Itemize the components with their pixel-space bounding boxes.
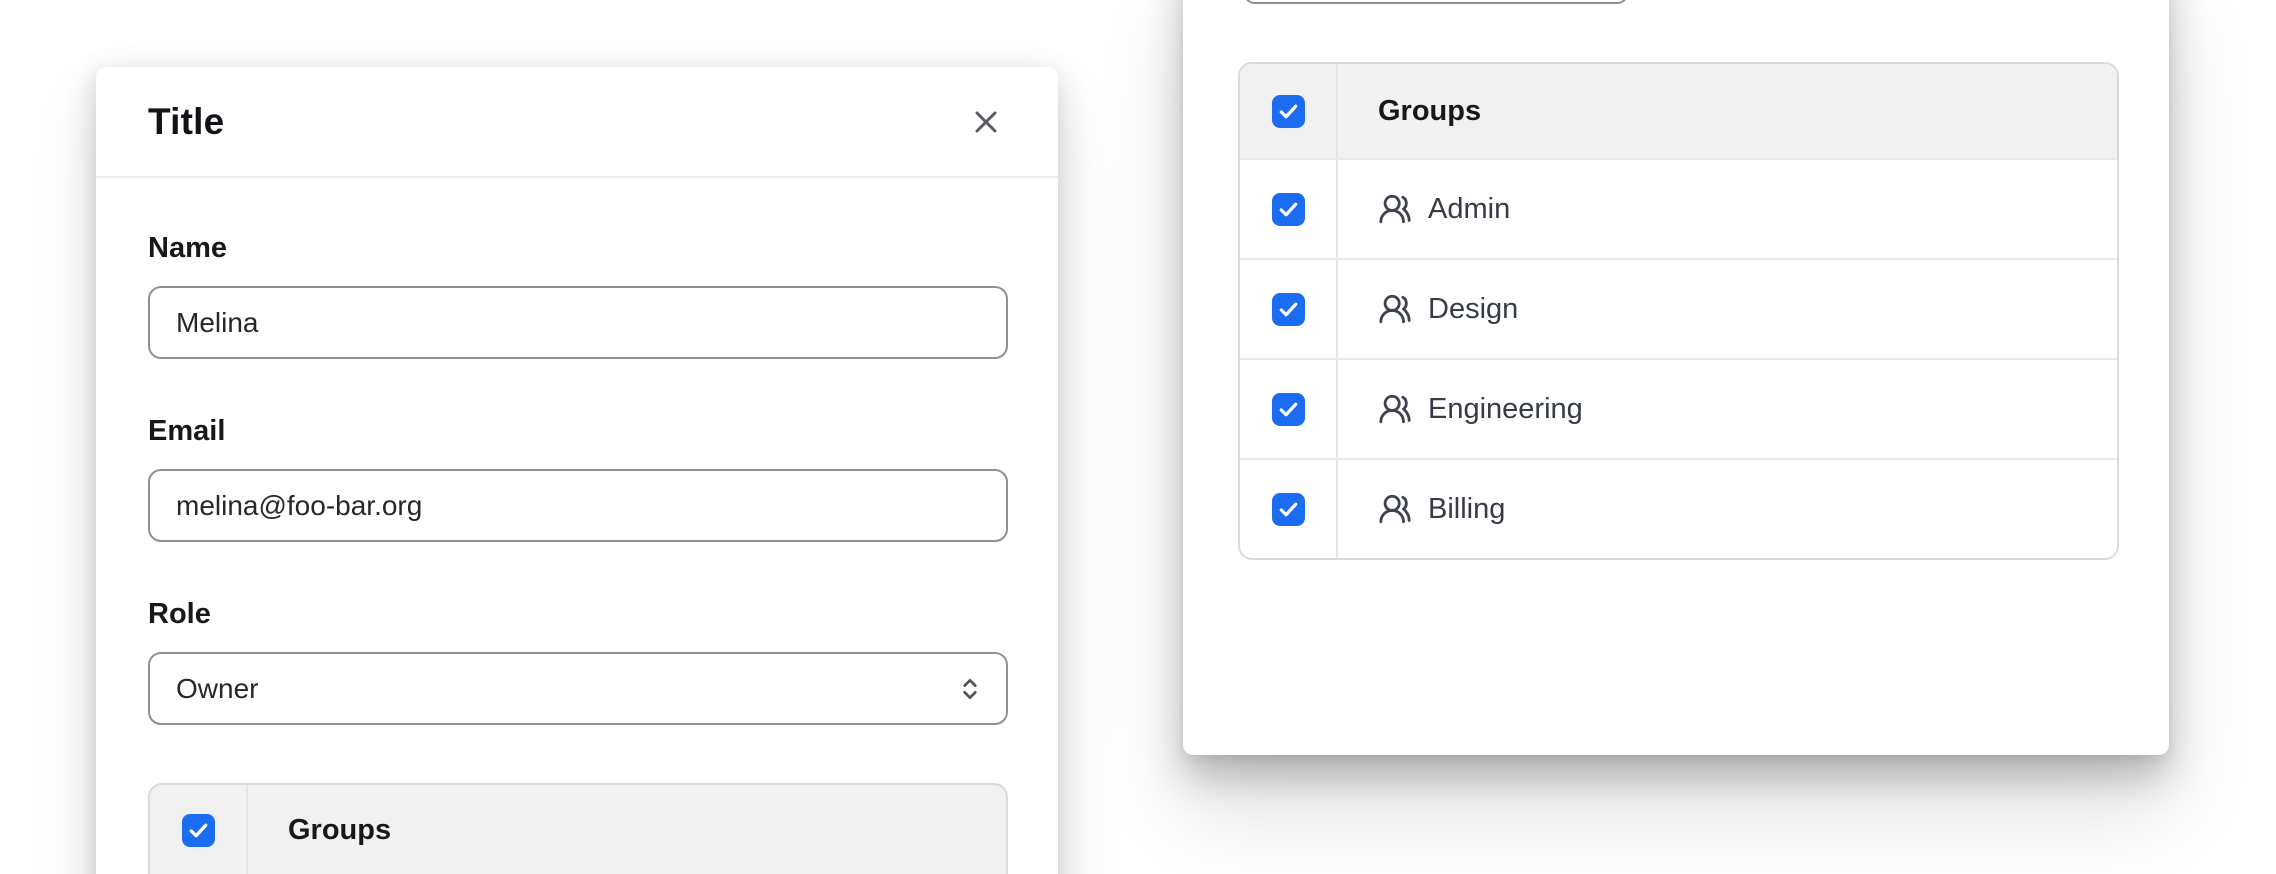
email-field-group: Email xyxy=(148,415,1008,542)
row-checkbox-cell xyxy=(1240,460,1338,558)
name-label: Name xyxy=(148,232,1008,265)
users-icon xyxy=(1378,392,1412,426)
table-row-design: Design xyxy=(1240,258,2117,358)
cropped-field-bottom-edge xyxy=(1243,0,1629,4)
email-input[interactable] xyxy=(148,469,1008,542)
x-icon xyxy=(968,104,1004,140)
row-checkbox[interactable] xyxy=(1272,393,1305,426)
modal-body: Name Email Role Owner xyxy=(96,178,1058,874)
group-name: Admin xyxy=(1428,193,1510,226)
row-checkbox[interactable] xyxy=(1272,493,1305,526)
groups-panel: Groups Admin xyxy=(1183,0,2169,755)
modal-groups-column-header: Groups xyxy=(248,785,1006,874)
users-icon xyxy=(1378,192,1412,226)
modal-groups-table: Groups xyxy=(148,783,1008,874)
role-field-group: Role Owner xyxy=(148,598,1008,725)
role-select[interactable]: Owner xyxy=(148,652,1008,725)
modal-groups-table-header-row: Groups xyxy=(150,785,1006,874)
table-row-admin: Admin xyxy=(1240,158,2117,258)
groups-header-checkbox-cell xyxy=(1240,64,1338,158)
select-chevrons-icon xyxy=(954,673,986,705)
check-icon xyxy=(1277,100,1300,123)
select-all-checkbox[interactable] xyxy=(1272,95,1305,128)
users-icon xyxy=(1378,492,1412,526)
row-checkbox-cell xyxy=(1240,260,1338,358)
page: Title Name Email Role Owner xyxy=(0,0,2276,874)
user-edit-modal: Title Name Email Role Owner xyxy=(96,67,1058,874)
row-checkbox[interactable] xyxy=(1272,293,1305,326)
users-icon xyxy=(1378,292,1412,326)
check-icon xyxy=(1277,298,1300,321)
role-label: Role xyxy=(148,598,1008,631)
groups-table-header-row: Groups xyxy=(1240,64,2117,158)
row-label-cell: Engineering xyxy=(1338,360,2117,458)
groups-table: Groups Admin xyxy=(1238,62,2119,560)
name-input[interactable] xyxy=(148,286,1008,359)
group-name: Design xyxy=(1428,293,1518,326)
row-checkbox-cell xyxy=(1240,360,1338,458)
row-label-cell: Design xyxy=(1338,260,2117,358)
close-button[interactable] xyxy=(962,98,1010,146)
table-row-engineering: Engineering xyxy=(1240,358,2117,458)
group-name: Engineering xyxy=(1428,393,1583,426)
check-icon xyxy=(1277,498,1300,521)
row-label-cell: Billing xyxy=(1338,460,2117,558)
check-icon xyxy=(1277,398,1300,421)
check-icon xyxy=(1277,198,1300,221)
row-checkbox-cell xyxy=(1240,160,1338,258)
row-checkbox[interactable] xyxy=(1272,193,1305,226)
modal-title: Title xyxy=(148,101,224,143)
group-name: Billing xyxy=(1428,493,1505,526)
row-label-cell: Admin xyxy=(1338,160,2117,258)
modal-header: Title xyxy=(96,67,1058,178)
table-row-billing: Billing xyxy=(1240,458,2117,558)
name-field-group: Name xyxy=(148,232,1008,359)
role-select-value: Owner xyxy=(176,673,258,705)
select-all-groups-checkbox[interactable] xyxy=(182,814,215,847)
groups-column-header: Groups xyxy=(1338,64,2117,158)
check-icon xyxy=(187,819,210,842)
email-label: Email xyxy=(148,415,1008,448)
modal-header-checkbox-cell xyxy=(150,785,248,874)
